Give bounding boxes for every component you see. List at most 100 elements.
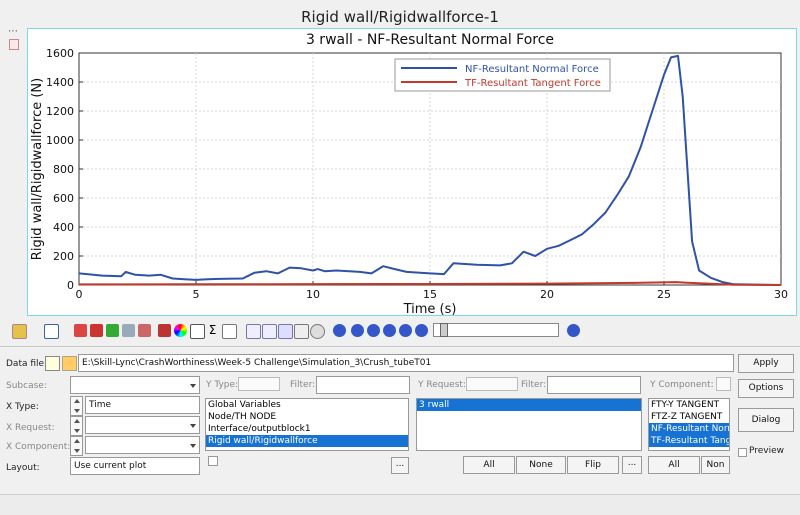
preview-checkbox[interactable] [738,448,747,457]
y-request-none-button[interactable]: None [516,456,566,474]
x-type-spinner[interactable] [70,396,83,416]
grid-icon[interactable] [262,324,277,339]
y-request-all-button[interactable]: All [463,456,515,474]
y-request-list[interactable]: 3 rwall [416,398,642,451]
animation-menu-icon[interactable] [333,324,346,337]
integral-icon[interactable] [222,324,237,339]
y-type-item-global[interactable]: Global Variables [206,399,408,411]
x-tick-label: 15 [423,288,437,301]
y-tick-label: 200 [53,250,74,263]
layout-label: Layout: [6,463,40,473]
play-back-icon[interactable] [367,324,380,337]
add-point-icon[interactable] [106,324,119,337]
y-type-item-interface[interactable]: Interface/outputblock1 [206,423,408,435]
x-component-label: X Component: [6,442,71,452]
window-title: Rigid wall/Rigidwallforce-1 [301,8,499,26]
x-component-spinner[interactable] [70,436,83,456]
y-request-flip-button[interactable]: Flip [567,456,619,474]
play-icon[interactable] [399,324,412,337]
y-request-filter-input[interactable] [547,376,641,394]
filter-icon[interactable] [122,324,135,337]
x-request-label: X Request: [6,423,55,433]
folder-icon[interactable] [62,356,77,371]
legend-label-1: TF-Resultant Tangent Force [464,78,601,89]
delete-curve-icon[interactable] [138,324,151,337]
crosshair-icon[interactable] [190,324,205,339]
y-tick-label: 0 [67,279,74,292]
peak-icon[interactable] [158,324,171,337]
y-type-checkbox[interactable] [208,456,218,466]
x-tick-label: 0 [76,288,83,301]
y-type-more-button[interactable]: ... [391,457,409,474]
status-bar [0,494,800,515]
plot-area[interactable]: 3 rwall - NF-Resultant Normal Force 0 5 10 1… [27,28,798,317]
y-tick-label: 400 [53,221,74,234]
open-file-icon[interactable] [45,356,60,371]
y-component-item-tf[interactable]: TF-Resultant Tang [649,435,729,447]
x-request-spinner[interactable] [70,416,83,436]
y-request-filter-label: Filter: [521,380,547,390]
y-component-list[interactable]: FTY-Y TANGENT FTZ-Z TANGENT NF-Resultant… [648,398,730,451]
y-tick-label: 1400 [46,76,74,89]
x-type-select[interactable]: Time [85,396,200,414]
y-type-item-rigidwall[interactable]: Rigid wall/Rigidwallforce [206,435,408,447]
y-component-item-nf[interactable]: NF-Resultant Norm [649,423,729,435]
layout-select[interactable]: Use current plot [70,457,200,475]
x-tick-label: 20 [540,288,554,301]
y-request-label: Y Request: [418,380,466,390]
animation-settings-icon[interactable] [567,324,580,337]
y-tick-label: 1000 [46,134,74,147]
subcase-label: Subcase: [6,381,47,391]
sum-icon[interactable]: Σ [206,324,219,337]
color-wheel-icon[interactable] [174,324,187,337]
y-axis-label: Rigid wall/Rigidwallforce (N) [30,78,45,260]
y-component-item-ftz[interactable]: FTZ-Z TANGENT [649,411,729,423]
x-request-select[interactable] [85,416,200,434]
chart[interactable]: 3 rwall - NF-Resultant Normal Force 0 5 10 1… [28,29,798,317]
y-component-label: Y Component: [650,380,714,390]
curve-math-icon[interactable] [90,324,103,337]
panel-side-icon[interactable] [9,39,19,50]
data-file-field[interactable]: E:\Skill-Lync\CrashWorthiness\Week-5 Cha… [78,354,734,372]
animation-slider-handle[interactable] [440,323,448,337]
y-request-item-rwall[interactable]: 3 rwall [417,399,641,411]
apply-button[interactable]: Apply [738,354,794,373]
y-tick-label: 800 [53,163,74,176]
dialog-button[interactable]: Dialog [738,408,794,432]
chart-title: 3 rwall - NF-Resultant Normal Force [306,32,554,48]
legend-label-0: NF-Resultant Normal Force [465,64,599,75]
stop-icon[interactable] [383,324,396,337]
y-tick-label: 1200 [46,105,74,118]
options-button[interactable]: Options [738,379,794,398]
x-tick-label: 30 [774,288,788,301]
panel-menu-icon[interactable]: ⋯ [8,26,18,37]
last-frame-icon[interactable] [415,324,428,337]
subcase-select[interactable] [70,376,200,394]
preview-label: Preview [749,446,785,456]
y-type-item-node[interactable]: Node/TH NODE [206,411,408,423]
y-tick-label: 600 [53,192,74,205]
y-type-sort-icons[interactable] [238,377,280,391]
y-type-list[interactable]: Global Variables Node/TH NODE Interface/… [205,398,409,451]
x-component-select[interactable] [85,436,200,454]
y-component-sort-icon[interactable] [716,377,731,391]
y-component-all-button[interactable]: All [648,456,700,474]
y-type-filter-input[interactable] [316,376,410,394]
plot-style-icon[interactable] [12,324,27,339]
animation-slider[interactable] [433,323,559,337]
zoom-icon[interactable] [310,324,325,339]
table-icon[interactable] [246,324,261,339]
y-request-more-button[interactable]: ... [622,456,642,474]
note-icon[interactable] [294,324,309,339]
y-component-item-fty[interactable]: FTY-Y TANGENT [649,399,729,411]
panel-divider [0,346,800,347]
x-axis-label: Time (s) [403,302,457,317]
edit-curve-icon[interactable] [74,324,87,337]
y-request-sort-icons[interactable] [466,377,518,391]
first-frame-icon[interactable] [351,324,364,337]
export-icon[interactable] [278,324,293,339]
y-tick-label: 1600 [46,47,74,60]
y-component-none-button[interactable]: Non [701,456,730,474]
x-type-label: X Type: [6,402,39,412]
curve-icon[interactable] [44,324,59,339]
